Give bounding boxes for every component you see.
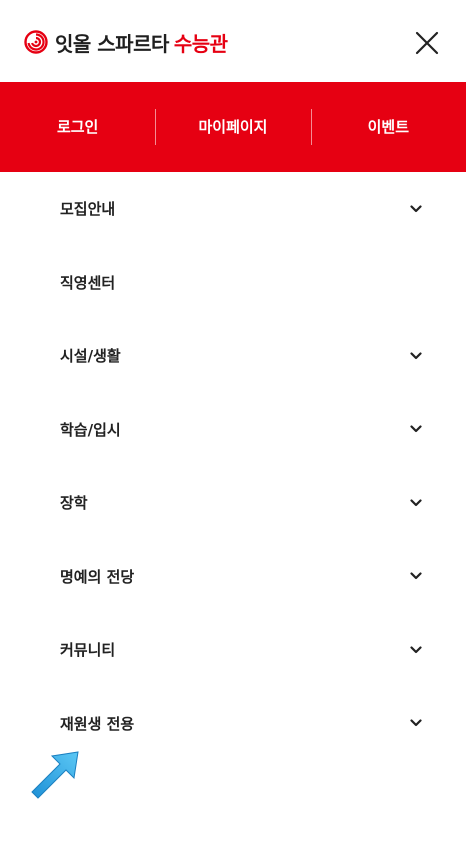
menu-item-study[interactable]: 학습/입시 [0,393,466,467]
chevron-down-icon [410,499,422,506]
chevron-down-icon [410,646,422,653]
menu-item-scholarship[interactable]: 장학 [0,466,466,540]
main-menu: 모집안내 직영센터 시설/생활 학습/입시 장학 명예의 전당 커뮤니티 재원생… [0,172,466,760]
chevron-down-icon [410,352,422,359]
menu-item-recruitment[interactable]: 모집안내 [0,172,466,246]
menu-item-label: 재원생 전용 [60,714,135,733]
menu-item-label: 시설/생활 [60,347,121,366]
close-menu-button[interactable] [414,30,440,56]
chevron-down-icon [410,425,422,433]
menu-item-label: 모집안내 [60,200,116,219]
menu-item-label: 학습/입시 [60,420,121,439]
pointer-arrow-icon [31,751,79,799]
brand-logo[interactable]: 잇올 스파르타 수능관 [24,26,228,58]
menu-item-hall-of-fame[interactable]: 명예의 전당 [0,540,466,614]
menu-item-label: 장학 [60,494,88,513]
menu-item-facilities[interactable]: 시설/생활 [0,319,466,393]
spiral-logo-icon [24,30,48,54]
brand-name: 잇올 스파르타 [55,31,169,56]
login-link[interactable]: 로그인 [0,109,155,145]
mypage-link[interactable]: 마이페이지 [155,109,310,145]
brand-accent: 수능관 [173,31,228,56]
menu-item-label: 커뮤니티 [60,641,116,660]
menu-item-label: 직영센터 [60,273,116,292]
chevron-down-icon [410,719,422,727]
menu-item-community[interactable]: 커뮤니티 [0,613,466,687]
chevron-down-icon [410,205,422,212]
account-nav-bar: 로그인 마이페이지 이벤트 [0,82,466,172]
app-header: 잇올 스파르타 수능관 [0,0,466,82]
menu-item-centers[interactable]: 직영센터 [0,246,466,320]
event-link[interactable]: 이벤트 [310,109,466,145]
menu-item-label: 명예의 전당 [60,567,135,586]
close-icon [415,31,439,55]
chevron-down-icon [410,572,422,580]
